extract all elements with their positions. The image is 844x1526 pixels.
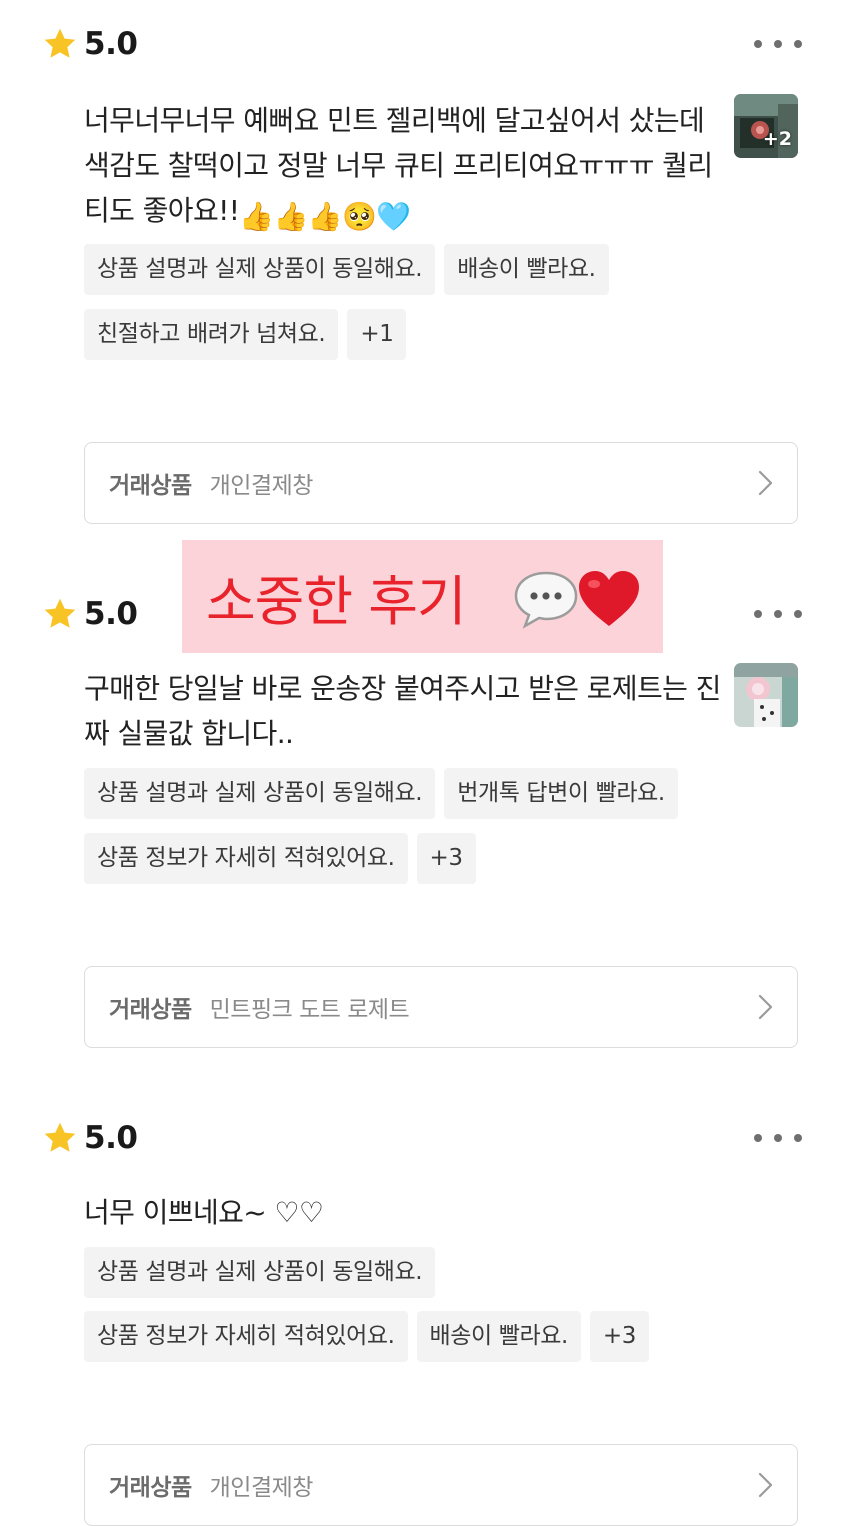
- rating: 5.0: [42, 26, 138, 62]
- review-text: 너무 이쁘네요~ ♡♡: [84, 1196, 324, 1229]
- tag-row: 상품 정보가 자세히 적혀있어요. +3: [84, 833, 476, 884]
- more-options-icon: [754, 40, 762, 48]
- review-tag: 상품 정보가 자세히 적혀있어요.: [84, 833, 408, 884]
- more-dot: [794, 40, 802, 48]
- chevron-right-icon: [758, 470, 773, 496]
- review-photo-thumbnail[interactable]: [734, 663, 798, 727]
- more-options-button[interactable]: [754, 604, 802, 624]
- tag-row: 친절하고 배려가 넘쳐요. +1: [84, 309, 407, 360]
- product-name: 민트핑크 도트 로제트: [209, 997, 410, 1023]
- highlight-banner: 소중한 후기: [182, 540, 663, 653]
- rating: 5.0: [42, 596, 138, 632]
- red-heart-icon: [579, 571, 639, 626]
- review-tag: 상품 정보가 자세히 적혀있어요.: [84, 1311, 408, 1362]
- tag-row: 상품 설명과 실제 상품이 동일해요. 번개톡 답변이 빨라요.: [84, 768, 678, 819]
- product-label: 거래상품: [109, 473, 192, 499]
- review-tag: 친절하고 배려가 넘쳐요.: [84, 309, 339, 360]
- rating-value: 5.0: [84, 1120, 138, 1156]
- photo-count: +2: [762, 128, 792, 150]
- rating-value: 5.0: [84, 26, 138, 62]
- more-dot: [794, 610, 802, 618]
- review-tag: 번개톡 답변이 빨라요.: [444, 768, 678, 819]
- review-tag: 상품 설명과 실제 상품이 동일해요.: [84, 768, 436, 819]
- tag-row: 상품 정보가 자세히 적혀있어요. 배송이 빨라요. +3: [84, 1311, 650, 1362]
- photo-image: [734, 663, 798, 727]
- review-tag: 배송이 빨라요.: [444, 244, 609, 295]
- speech-bubble-icon: [514, 571, 578, 629]
- review-tag: 상품 설명과 실제 상품이 동일해요.: [84, 244, 436, 295]
- more-dot: [774, 610, 782, 618]
- more-tags-button[interactable]: +3: [416, 833, 476, 884]
- review-tag: 배송이 빨라요.: [416, 1311, 581, 1362]
- product-label: 거래상품: [109, 1475, 192, 1501]
- chevron-right-icon: [758, 994, 773, 1020]
- traded-product-link[interactable]: 거래상품 민트핑크 도트 로제트: [84, 966, 798, 1048]
- star-icon: [44, 598, 76, 628]
- more-tags-button[interactable]: +3: [589, 1311, 650, 1362]
- chevron-right-icon: [758, 1472, 773, 1498]
- review-tag: 상품 설명과 실제 상품이 동일해요.: [84, 1247, 436, 1298]
- more-dot: [774, 40, 782, 48]
- more-options-button[interactable]: [754, 34, 802, 54]
- more-options-icon: [754, 1134, 762, 1142]
- more-dot: [794, 1134, 802, 1142]
- review-text: 구매한 당일날 바로 운송장 붙여주시고 받은 로제트는 진짜 실물값 합니다.…: [84, 672, 721, 750]
- review-photo-thumbnail[interactable]: +2: [734, 94, 798, 158]
- product-name: 개인결제창: [209, 473, 314, 499]
- tag-row: 상품 설명과 실제 상품이 동일해요. 배송이 빨라요.: [84, 244, 609, 295]
- product-label: 거래상품: [109, 997, 192, 1023]
- traded-product-link[interactable]: 거래상품 개인결제창: [84, 1444, 798, 1526]
- product-name: 개인결제창: [209, 1475, 314, 1501]
- review-emoji: 👍👍👍🥺🩵: [239, 200, 411, 233]
- rating: 5.0: [42, 1120, 138, 1156]
- rating-value: 5.0: [84, 596, 138, 632]
- more-dot: [774, 1134, 782, 1142]
- star-icon: [44, 1122, 76, 1152]
- review-text: 너무너무너무 예뻐요 민트 젤리백에 달고싶어서 샀는데 색감도 찰떡이고 정말…: [84, 98, 724, 239]
- star-icon: [44, 28, 76, 58]
- banner-text: 소중한 후기: [206, 570, 467, 633]
- traded-product-link[interactable]: 거래상품 개인결제창: [84, 442, 798, 524]
- more-options-button[interactable]: [754, 1128, 802, 1148]
- more-options-icon: [754, 610, 762, 618]
- more-tags-button[interactable]: +1: [347, 309, 407, 360]
- tag-row: 상품 설명과 실제 상품이 동일해요.: [84, 1247, 436, 1298]
